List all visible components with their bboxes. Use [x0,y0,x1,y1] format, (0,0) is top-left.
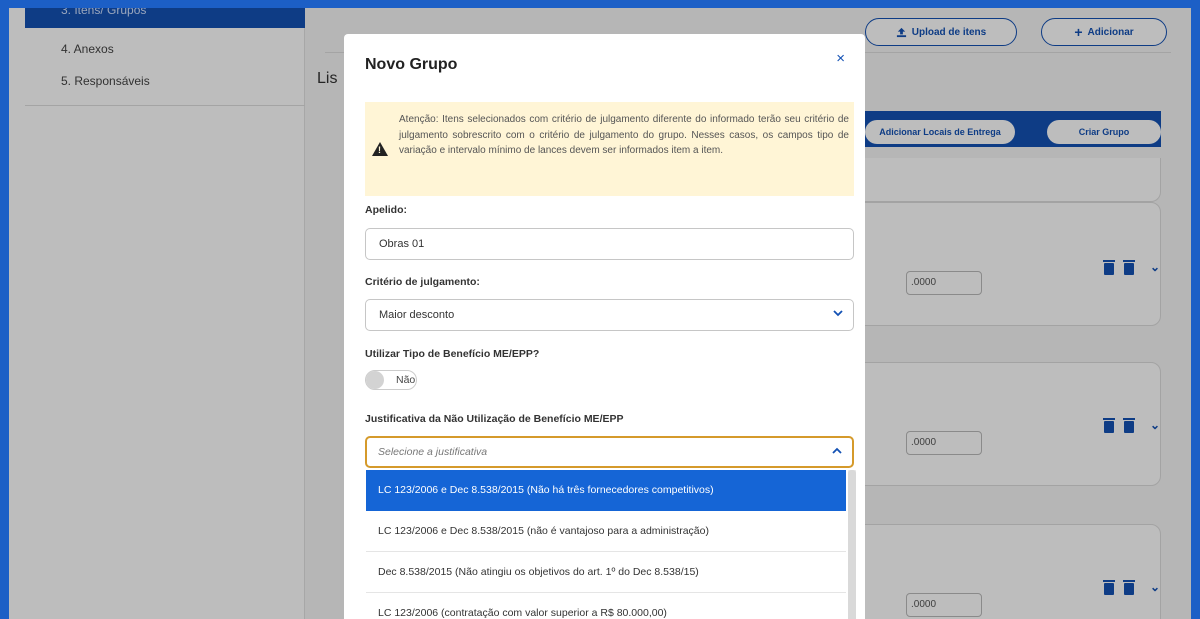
warning-alert: Atenção: Itens selecionados com critério… [365,102,854,196]
criterio-select[interactable]: Maior desconto [365,299,854,331]
criterio-label: Critério de julgamento: [365,276,480,288]
justificativa-dropdown: LC 123/2006 e Dec 8.538/2015 (Não há trê… [366,470,846,619]
beneficio-toggle[interactable]: Não [365,370,417,390]
dropdown-option[interactable]: LC 123/2006 (contratação com valor super… [366,593,846,619]
justificativa-label: Justificativa da Não Utilização de Benef… [365,413,624,425]
close-icon[interactable]: × [836,50,845,67]
dropdown-scrollbar[interactable] [848,470,856,619]
modal-title: Novo Grupo [365,56,458,73]
new-group-modal: Novo Grupo × Atenção: Itens selecionados… [344,34,865,619]
beneficio-label: Utilizar Tipo de Benefício ME/EPP? [365,348,540,360]
dropdown-scrollbar-thumb[interactable] [848,470,856,619]
justificativa-placeholder: Selecione a justificativa [378,446,488,458]
dropdown-option[interactable]: LC 123/2006 e Dec 8.538/2015 (não é vant… [366,511,846,552]
apelido-label: Apelido: [365,204,407,216]
warning-icon [372,142,388,156]
justificativa-select[interactable]: Selecione a justificativa [365,436,854,468]
beneficio-toggle-label: Não [396,374,416,386]
criterio-selected-value: Maior desconto [379,309,455,321]
dropdown-option[interactable]: LC 123/2006 e Dec 8.538/2015 (Não há trê… [366,470,846,511]
chevron-down-icon [833,310,843,317]
app-window: 3. Itens/ Grupos 4. Anexos 5. Responsáve… [9,8,1191,619]
toggle-knob [366,371,384,389]
warning-alert-text: Atenção: Itens selecionados com critério… [399,114,849,156]
apelido-input[interactable]: Obras 01 [365,228,854,260]
chevron-up-icon [832,447,842,454]
dropdown-option[interactable]: Dec 8.538/2015 (Não atingiu os objetivos… [366,552,846,593]
